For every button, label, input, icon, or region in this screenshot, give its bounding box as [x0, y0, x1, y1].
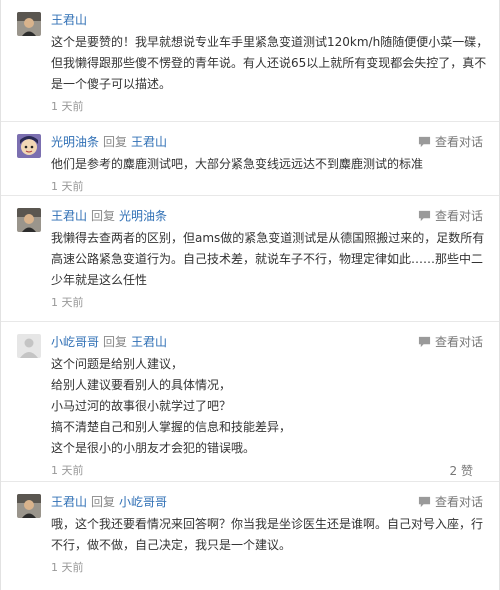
comment-header: 王君山 — [51, 10, 489, 30]
user-photo-icon — [17, 208, 41, 232]
view-conversation-link[interactable]: 查看对话 — [418, 332, 483, 352]
default-avatar-icon — [17, 334, 41, 358]
comment-text: 这个是要赞的！我早就想说专业车手里紧急变道测试120km/h随随便便小菜一碟， … — [51, 35, 489, 91]
comment-text: 他们是参考的麋鹿测试吧，大部分紧急变线远远达不到麋鹿测试的标准 — [51, 157, 424, 171]
avatar[interactable] — [17, 334, 41, 358]
author-name[interactable]: 王君山 — [51, 13, 87, 27]
comment-footer: 1 天前 — [51, 177, 489, 197]
comment-item: 小屹哥哥 回复 王君山 查看对话 这个问题是给别人建议， 给别人建议要看别人的具体情… — [1, 322, 499, 482]
author-name[interactable]: 王君山 — [51, 209, 87, 223]
user-photo-icon — [17, 494, 41, 518]
author-name[interactable]: 王君山 — [51, 495, 87, 509]
reply-target-name[interactable]: 小屹哥哥 — [119, 495, 167, 509]
view-conversation-link[interactable]: 查看对话 — [418, 206, 483, 226]
reply-label: 回复 — [103, 135, 128, 149]
comment-item: 王君山 回复 光明油条 查看对话 我懒得去查两者的区别，但ams做的紧急变道测试是从… — [1, 196, 499, 322]
avatar[interactable] — [17, 208, 41, 232]
reply-target-name[interactable]: 光明油条 — [119, 209, 167, 223]
comment-text: 我懒得去查两者的区别，但ams做的紧急变道测试是从德国照搬过来的，足数所有 高速… — [51, 231, 485, 287]
comment-item: 王君山 这个是要赞的！我早就想说专业车手里紧急变道测试120km/h随随便便小菜… — [1, 0, 499, 122]
reply-label: 回复 — [103, 335, 128, 349]
author-name[interactable]: 光明油条 — [51, 135, 99, 149]
comment-footer: 1 天前 2 赞 — [51, 461, 489, 481]
chat-bubble-icon — [418, 336, 431, 348]
timestamp: 1 天前 — [51, 561, 84, 574]
timestamp: 1 天前 — [51, 296, 84, 309]
avatar[interactable] — [17, 494, 41, 518]
user-photo-icon — [17, 12, 41, 36]
reply-label: 回复 — [91, 209, 116, 223]
cartoon-avatar-icon — [17, 134, 41, 158]
avatar[interactable] — [17, 12, 41, 36]
comment-item: 光明油条 回复 王君山 查看对话 他们是参考的麋鹿测试吧，大部分紧急变线远远达不到麋… — [1, 122, 499, 196]
comment-footer: 1 天前 — [51, 558, 489, 578]
like-count[interactable]: 2 赞 — [450, 461, 473, 481]
author-name[interactable]: 小屹哥哥 — [51, 335, 99, 349]
timestamp: 1 天前 — [51, 180, 84, 193]
comment-feed: 王君山 这个是要赞的！我早就想说专业车手里紧急变道测试120km/h随随便便小菜… — [0, 0, 500, 590]
chat-bubble-icon — [418, 210, 431, 222]
chat-bubble-icon — [418, 496, 431, 508]
comment-text: 这个问题是给别人建议， 给别人建议要看别人的具体情况， 小马过河的故事很小就学过… — [51, 357, 292, 455]
reply-target-name[interactable]: 王君山 — [131, 335, 167, 349]
timestamp: 1 天前 — [51, 464, 84, 477]
chat-bubble-icon — [418, 136, 431, 148]
reply-target-name[interactable]: 王君山 — [131, 135, 167, 149]
timestamp: 1 天前 — [51, 100, 84, 113]
comment-footer: 1 天前 — [51, 293, 489, 313]
comment-footer: 1 天前 — [51, 97, 489, 117]
reply-label: 回复 — [91, 495, 116, 509]
avatar[interactable] — [17, 134, 41, 158]
view-conversation-link[interactable]: 查看对话 — [418, 132, 483, 152]
comment-item: 王君山 回复 小屹哥哥 查看对话 哦，这个我还要看情况来回答啊？你当我是坐诊医生还是… — [1, 482, 499, 590]
view-conversation-link[interactable]: 查看对话 — [418, 492, 483, 512]
comment-text: 哦，这个我还要看情况来回答啊？你当我是坐诊医生还是谁啊。自己对号入座，行 不行，… — [51, 517, 484, 552]
